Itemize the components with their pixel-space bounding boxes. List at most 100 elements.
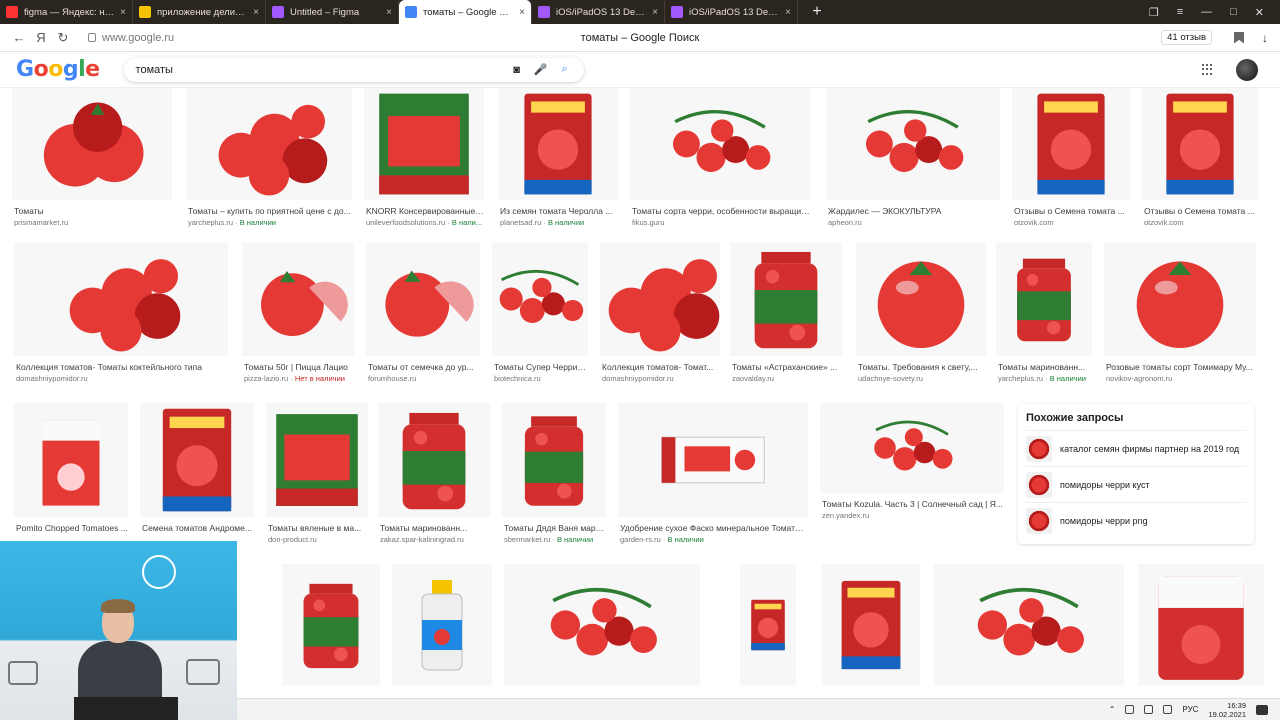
image-result[interactable]: Томаты. Требования к свету,... udachnye-s… (856, 242, 986, 386)
close-icon[interactable]: ✕ (1255, 6, 1264, 19)
result-thumbnail[interactable] (1138, 564, 1264, 686)
back-button[interactable]: ← (8, 30, 30, 45)
result-thumbnail[interactable] (740, 564, 796, 686)
result-title[interactable]: Жардилес — ЭКОКУЛЬТУРА (828, 206, 1000, 216)
result-thumbnail[interactable] (996, 242, 1092, 356)
result-thumbnail[interactable] (14, 242, 228, 356)
tab-close-icon[interactable]: × (120, 7, 126, 18)
browser-tab[interactable]: Untitled – Figma × (266, 0, 399, 24)
image-result[interactable]: Из семян томата Черолла ... planetsad.ru … (498, 88, 618, 230)
result-title[interactable]: Томаты Супер Черри, ... (494, 362, 588, 372)
image-result[interactable]: Томаты 50г | Пицца Лацио pizza-lazio.ru ·… (242, 242, 354, 386)
google-logo[interactable]: Google (16, 57, 100, 82)
result-thumbnail[interactable] (392, 564, 492, 686)
tab-close-icon[interactable]: × (386, 7, 392, 18)
menu-icon[interactable]: ≡ (1177, 6, 1183, 18)
tab-close-icon[interactable]: × (253, 7, 259, 18)
result-title[interactable]: Томаты маринованн... (998, 362, 1092, 372)
image-result[interactable] (1138, 564, 1264, 698)
result-title[interactable]: Томаты (14, 206, 172, 216)
image-result[interactable]: Томаты от семечка до ур... forumhouse.ru (366, 242, 480, 386)
yandex-button[interactable]: Я (30, 30, 52, 45)
image-result[interactable]: Pomito Chopped Tomatoes ... (14, 403, 128, 547)
result-thumbnail[interactable] (934, 564, 1124, 686)
new-tab-button[interactable]: + (806, 1, 828, 23)
result-thumbnail[interactable] (364, 88, 484, 200)
result-thumbnail[interactable] (492, 242, 588, 356)
result-thumbnail[interactable] (502, 403, 606, 517)
result-thumbnail[interactable] (1142, 88, 1258, 200)
maximize-icon[interactable]: □ (1230, 6, 1237, 18)
result-thumbnail[interactable] (600, 242, 720, 356)
image-result[interactable]: Семена томатов Андроме... (140, 403, 254, 547)
download-icon[interactable]: ↓ (1262, 31, 1268, 45)
result-thumbnail[interactable] (282, 564, 380, 686)
result-title[interactable]: Томаты 50г | Пицца Лацио (244, 362, 354, 372)
image-result[interactable]: Томаты маринованн... yarcheplus.ru · В на… (996, 242, 1092, 386)
result-title[interactable]: Томаты Дядя Ваня марино... (504, 523, 606, 533)
image-result[interactable]: Томаты Супер Черри, ... biotechnica.ru (492, 242, 588, 386)
related-query[interactable]: помидоры черри куст (1026, 466, 1246, 502)
result-thumbnail[interactable] (504, 564, 700, 686)
battery-icon[interactable] (1163, 705, 1173, 714)
result-thumbnail[interactable] (1104, 242, 1256, 356)
result-thumbnail[interactable] (1012, 88, 1130, 200)
search-icon[interactable]: ⌕ (558, 63, 572, 76)
image-result[interactable] (740, 564, 796, 698)
result-title[interactable]: Коллекция томатов- Томаты коктейльного т… (16, 362, 228, 372)
image-result[interactable]: Отзывы о Семена томата ... otzovik.com (1142, 88, 1258, 230)
image-result[interactable]: Удобрение сухое Фаско минеральное Томаты… (618, 403, 808, 547)
result-title[interactable]: Томаты Kozula. Часть 3 | Солнечный сад |… (822, 499, 1004, 509)
copy-icon[interactable]: ❐ (1149, 6, 1159, 19)
volume-icon[interactable] (1144, 705, 1154, 714)
reviews-badge[interactable]: 41 отзыв (1161, 30, 1212, 45)
browser-tab[interactable]: приложение деливери: 2 × (133, 0, 266, 24)
image-result[interactable]: Томаты Дядя Ваня марино... sbermarket.ru … (502, 403, 606, 547)
result-title[interactable]: Семена томатов Андроме... (142, 523, 254, 533)
result-thumbnail[interactable] (826, 88, 1000, 200)
image-result[interactable] (822, 564, 920, 698)
result-thumbnail[interactable] (822, 564, 920, 686)
image-result[interactable] (504, 564, 700, 698)
result-thumbnail[interactable] (14, 403, 128, 517)
result-thumbnail[interactable] (140, 403, 254, 517)
tray-chevron-icon[interactable]: ⌃ (1109, 705, 1116, 714)
result-title[interactable]: Томаты маринованн... (380, 523, 490, 533)
result-title[interactable]: Отзывы о Семена томата ... (1144, 206, 1258, 216)
result-title[interactable]: Томаты сорта черри, особенности выращив.… (632, 206, 810, 216)
image-result[interactable]: Коллекция томатов- Томаты коктейльного т… (14, 242, 228, 386)
result-title[interactable]: Удобрение сухое Фаско минеральное Томаты… (620, 523, 808, 533)
browser-tab[interactable]: iOS/iPadOS 13 Design UI K × (532, 0, 665, 24)
image-result[interactable]: Томаты Kozula. Часть 3 | Солнечный сад |… (820, 403, 1004, 523)
result-thumbnail[interactable] (498, 88, 618, 200)
image-result[interactable]: Томаты prismamarket.ru (12, 88, 172, 230)
result-thumbnail[interactable] (730, 242, 842, 356)
result-title[interactable]: KNORR Консервированные ... (366, 206, 484, 216)
result-title[interactable]: Томаты вяленые в ма... (268, 523, 368, 533)
result-title[interactable]: Томаты. Требования к свету,... (858, 362, 986, 372)
clock[interactable]: 16:39 19.02.2021 (1208, 701, 1246, 719)
browser-tab[interactable]: iOS/iPadOS 13 Design UI K × (665, 0, 798, 24)
image-result[interactable]: Томаты маринованн... zakaz.spar-kaliningr… (378, 403, 490, 547)
result-thumbnail[interactable] (186, 88, 352, 200)
result-thumbnail[interactable] (630, 88, 810, 200)
related-query[interactable]: помидоры черри png (1026, 502, 1246, 538)
result-thumbnail[interactable] (820, 403, 1004, 493)
result-title[interactable]: Коллекция томатов- Томат... (602, 362, 720, 372)
image-result[interactable]: Коллекция томатов- Томат... domashniypomi… (600, 242, 720, 386)
related-query[interactable]: каталог семян фирмы партнер на 2019 год (1026, 430, 1246, 466)
image-result[interactable]: Томаты «Астраханские» ... zaovalday.ru (730, 242, 842, 386)
bookmark-icon[interactable] (1234, 31, 1244, 44)
camera-icon[interactable]: ◙ (510, 64, 524, 76)
image-result[interactable]: Томаты вяленые в ма... don-product.ru (266, 403, 368, 547)
result-title[interactable]: Отзывы о Семена томата ... (1014, 206, 1130, 216)
apps-grid-icon[interactable] (1202, 63, 1214, 76)
result-title[interactable]: Pomito Chopped Tomatoes ... (16, 523, 128, 533)
url-field[interactable]: www.google.ru (88, 32, 174, 44)
image-result[interactable]: Жардилес — ЭКОКУЛЬТУРА apheon.ru (826, 88, 1000, 230)
result-title[interactable]: Томаты от семечка до ур... (368, 362, 480, 372)
result-title[interactable]: Из семян томата Черолла ... (500, 206, 618, 216)
search-input[interactable]: томаты ◙ 🎤 ⌕ (124, 58, 584, 82)
browser-tab[interactable]: figma — Яндекс: нашлось × (0, 0, 133, 24)
browser-tab[interactable]: томаты – Google Поиск × (399, 0, 532, 24)
